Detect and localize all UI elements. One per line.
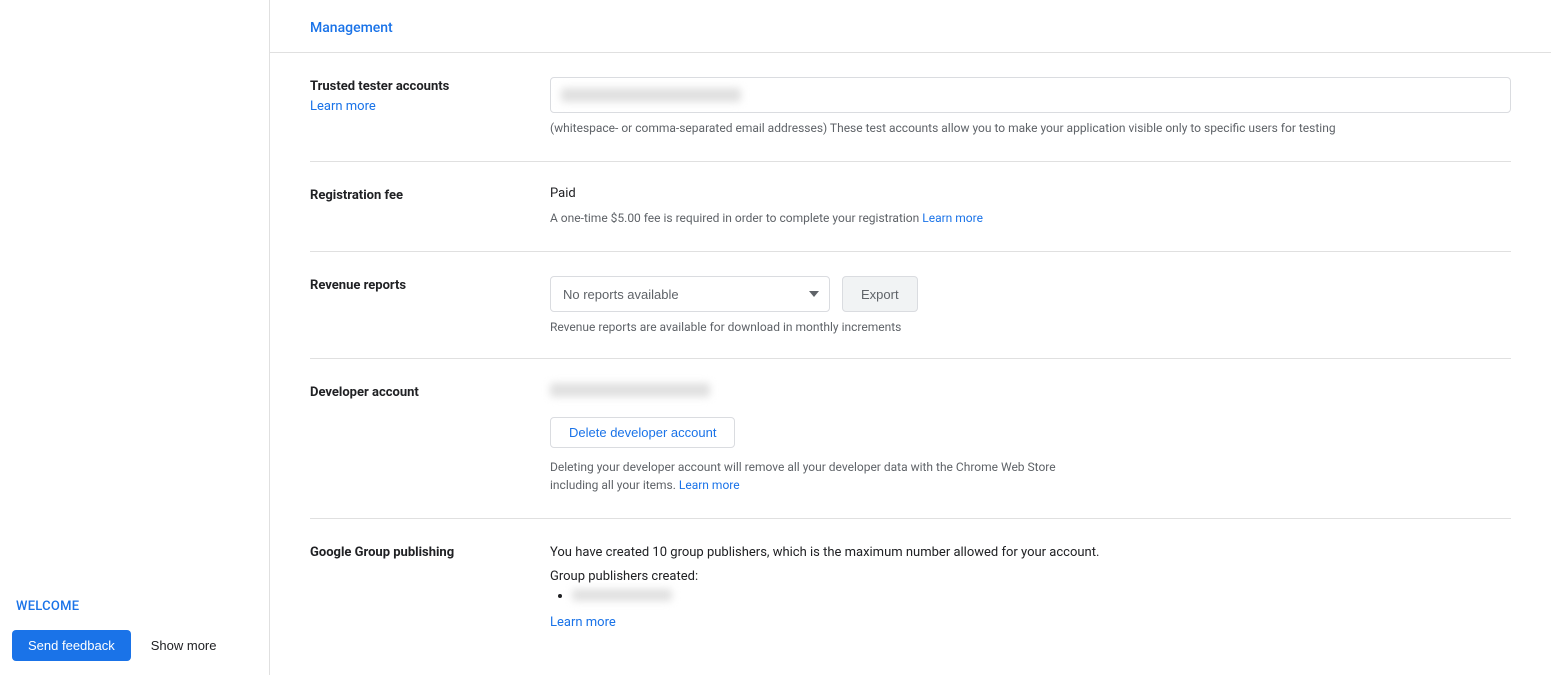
settings-table: Trusted tester accounts Learn more (whit… <box>270 53 1551 654</box>
revenue-reports-hint: Revenue reports are available for downlo… <box>550 320 1511 334</box>
revenue-reports-label-col: Revenue reports <box>310 276 550 296</box>
trusted-tester-learn-more[interactable]: Learn more <box>310 99 376 114</box>
registration-fee-row: Registration fee Paid A one-time $5.00 f… <box>310 162 1511 252</box>
trusted-tester-content: (whitespace- or comma-separated email ad… <box>550 77 1511 137</box>
delete-developer-account-button[interactable]: Delete developer account <box>550 417 735 448</box>
sidebar-bottom-actions: Send feedback Show more <box>0 620 269 675</box>
tester-email-blurred <box>561 88 741 102</box>
google-group-publishing-content: You have created 10 group publishers, wh… <box>550 543 1511 630</box>
dev-account-hint-text: Deleting your developer account will rem… <box>550 460 1056 492</box>
developer-account-learn-more[interactable]: Learn more <box>679 478 740 492</box>
developer-account-label: Developer account <box>310 383 526 403</box>
developer-account-email-blurred <box>550 383 710 397</box>
trusted-tester-label-col: Trusted tester accounts Learn more <box>310 77 550 114</box>
developer-account-label-col: Developer account <box>310 383 550 403</box>
main-content: Management Trusted tester accounts Learn… <box>270 0 1551 675</box>
group-pub-description: You have created 10 group publishers, wh… <box>550 543 1511 563</box>
trusted-tester-input-box[interactable] <box>550 77 1511 113</box>
revenue-reports-content: No reports available Export Revenue repo… <box>550 276 1511 334</box>
developer-account-row: Developer account Delete developer accou… <box>310 359 1511 519</box>
group-pub-created-label: Group publishers created: <box>550 569 1511 584</box>
sidebar-welcome-label: WELCOME <box>0 589 269 620</box>
group-pub-item-blurred <box>572 589 672 601</box>
developer-account-content: Delete developer account Deleting your d… <box>550 383 1511 494</box>
management-section-header: Management <box>270 0 1551 53</box>
registration-fee-learn-more[interactable]: Learn more <box>922 211 983 225</box>
revenue-reports-row: Revenue reports No reports available Exp… <box>310 252 1511 359</box>
registration-fee-hint: A one-time $5.00 fee is required in orde… <box>550 209 1511 227</box>
google-group-publishing-label: Google Group publishing <box>310 543 526 563</box>
management-title: Management <box>310 20 393 36</box>
reg-fee-hint-text: A one-time $5.00 fee is required in orde… <box>550 211 919 225</box>
list-item <box>572 588 1511 603</box>
trusted-tester-hint: (whitespace- or comma-separated email ad… <box>550 119 1511 137</box>
send-feedback-button[interactable]: Send feedback <box>12 630 131 661</box>
registration-fee-content: Paid A one-time $5.00 fee is required in… <box>550 186 1511 227</box>
show-more-button[interactable]: Show more <box>139 630 229 661</box>
trusted-tester-label: Trusted tester accounts <box>310 77 526 97</box>
group-pub-list <box>550 588 1511 603</box>
developer-account-hint: Deleting your developer account will rem… <box>550 458 1070 494</box>
registration-fee-label: Registration fee <box>310 186 526 206</box>
trusted-tester-row: Trusted tester accounts Learn more (whit… <box>310 53 1511 162</box>
google-group-publishing-label-col: Google Group publishing <box>310 543 550 563</box>
notifications-section-header: Notifications <box>270 654 1551 675</box>
revenue-row-inner: No reports available Export <box>550 276 1511 312</box>
registration-fee-label-col: Registration fee <box>310 186 550 206</box>
revenue-reports-label: Revenue reports <box>310 276 526 296</box>
revenue-reports-select[interactable]: No reports available <box>550 276 830 312</box>
google-group-publishing-learn-more[interactable]: Learn more <box>550 615 616 630</box>
sidebar: WELCOME Send feedback Show more <box>0 0 270 675</box>
export-button[interactable]: Export <box>842 276 918 312</box>
google-group-publishing-row: Google Group publishing You have created… <box>310 519 1511 654</box>
registration-fee-status: Paid <box>550 186 1511 201</box>
